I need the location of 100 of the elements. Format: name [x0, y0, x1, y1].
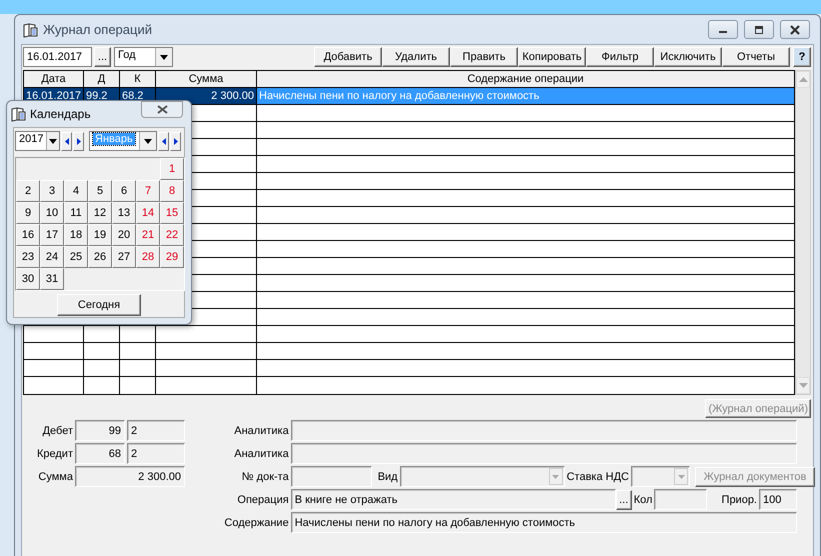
day-button[interactable]: 17 [40, 224, 64, 246]
vertical-scrollbar[interactable] [795, 70, 811, 395]
priority-label: Приор. [722, 494, 757, 506]
sum-field: 2 300.00 [75, 466, 185, 487]
dropdown-arrow-icon [160, 54, 168, 60]
calendar-title: Календарь [30, 107, 91, 121]
day-button[interactable]: 18 [64, 224, 88, 246]
day-button[interactable]: 21 [136, 224, 160, 246]
right-arrow-icon [76, 138, 80, 144]
toolbar-button[interactable]: Отчеты [722, 47, 790, 67]
debit-label: Дебет [42, 424, 73, 436]
day-button[interactable]: 26 [88, 246, 112, 268]
previous-year-button[interactable] [61, 132, 72, 150]
previous-month-button[interactable] [158, 132, 169, 150]
day-button[interactable]: 16 [16, 224, 40, 246]
next-year-button[interactable] [73, 132, 84, 150]
vat-rate-select[interactable] [631, 466, 690, 487]
debit-account-field: 99 [75, 420, 125, 441]
table-cell: Начислены пени по налогу на добавленную стоимость [257, 88, 795, 104]
journal-icon [23, 22, 39, 38]
dropdown-arrow-icon [552, 474, 560, 478]
day-button[interactable]: 4 [64, 180, 88, 202]
day-button[interactable]: 12 [88, 202, 112, 224]
analytics-field[interactable] [290, 420, 797, 441]
dropdown-arrow-icon [678, 474, 684, 478]
day-button[interactable]: 15 [160, 202, 184, 224]
day-button[interactable]: 22 [160, 224, 184, 246]
analytics-field[interactable] [290, 443, 797, 464]
maximize-button[interactable] [744, 20, 774, 39]
operation-label: Операция [236, 494, 289, 506]
quantity-field[interactable] [654, 489, 708, 510]
minimize-button[interactable] [708, 20, 738, 39]
credit-label: Кредит [36, 448, 73, 460]
help-button[interactable]: ? [793, 47, 811, 67]
day-button[interactable]: 5 [88, 180, 112, 202]
kind-label: Вид [378, 470, 398, 482]
day-button[interactable]: 29 [160, 246, 184, 268]
day-button[interactable]: 3 [40, 180, 64, 202]
toolbar-button[interactable]: Фильтр [586, 47, 654, 67]
close-icon [156, 105, 168, 114]
day-button[interactable]: 2 [16, 180, 40, 202]
day-button[interactable]: 19 [88, 224, 112, 246]
toolbar-button[interactable]: Копировать [518, 47, 586, 67]
document-number-label: № док-та [240, 470, 289, 482]
sum-label: Сумма [37, 470, 73, 482]
day-button[interactable]: 27 [112, 246, 136, 268]
day-button[interactable]: 24 [40, 246, 64, 268]
left-arrow-icon [64, 138, 68, 144]
period-select[interactable]: Год [114, 47, 173, 67]
day-button[interactable]: 9 [16, 202, 40, 224]
day-button[interactable]: 14 [136, 202, 160, 224]
table-cell: 2 300.00 [156, 88, 257, 104]
day-button[interactable]: 20 [112, 224, 136, 246]
priority-field[interactable]: 100 [759, 489, 797, 510]
vat-rate-label: Ставка НДС [566, 470, 629, 482]
left-arrow-icon [162, 138, 166, 144]
day-button[interactable]: 1 [160, 158, 184, 180]
scroll-up-button[interactable] [796, 71, 810, 88]
scroll-down-button[interactable] [796, 377, 810, 394]
next-month-button[interactable] [170, 132, 181, 150]
date-picker-button[interactable]: ... [94, 47, 111, 67]
dropdown-arrow-icon [49, 138, 58, 144]
right-arrow-icon [174, 138, 178, 144]
analytics-label: Аналитика [233, 448, 289, 460]
year-select[interactable]: 2017 [15, 131, 60, 151]
calendar-icon [11, 106, 27, 122]
day-button[interactable]: 6 [112, 180, 136, 202]
debit-subaccount-field: 2 [127, 420, 185, 441]
quantity-label: Кол [634, 494, 652, 506]
down-arrow-icon [798, 383, 808, 388]
close-button[interactable] [780, 20, 810, 39]
kind-select[interactable] [400, 466, 565, 487]
credit-subaccount-field: 2 [127, 443, 185, 464]
day-button[interactable]: 7 [136, 180, 160, 202]
date-field[interactable]: 16.01.2017 [23, 47, 92, 67]
day-button[interactable]: 31 [40, 268, 64, 290]
close-button[interactable] [141, 101, 183, 118]
operation-field[interactable]: В книге не отражать [290, 489, 616, 510]
day-button[interactable]: 8 [160, 180, 184, 202]
maximize-icon [754, 26, 764, 34]
analytics-label: Аналитика [233, 424, 289, 436]
window-title: Журнал операций [43, 22, 152, 37]
day-button[interactable]: 28 [136, 246, 160, 268]
day-button[interactable]: 10 [40, 202, 64, 224]
document-number-field[interactable] [290, 466, 372, 487]
day-button[interactable]: 13 [112, 202, 136, 224]
operation-picker-button[interactable]: ... [616, 490, 632, 510]
toolbar-button[interactable]: Исключить [654, 47, 722, 67]
up-arrow-icon [798, 77, 808, 82]
day-button[interactable]: 25 [64, 246, 88, 268]
content-field[interactable]: Начислены пени по налогу на добавленную стоимость [290, 512, 797, 533]
credit-account-field: 68 [75, 443, 125, 464]
day-button[interactable]: 30 [16, 268, 40, 290]
toolbar-button[interactable]: Править [450, 47, 518, 67]
today-button[interactable]: Сегодня [57, 294, 141, 316]
day-button[interactable]: 11 [64, 202, 88, 224]
toolbar-button[interactable]: Удалить [382, 47, 450, 67]
toolbar-button[interactable]: Добавить [314, 47, 382, 67]
close-icon [789, 24, 801, 34]
day-button[interactable]: 23 [16, 246, 40, 268]
